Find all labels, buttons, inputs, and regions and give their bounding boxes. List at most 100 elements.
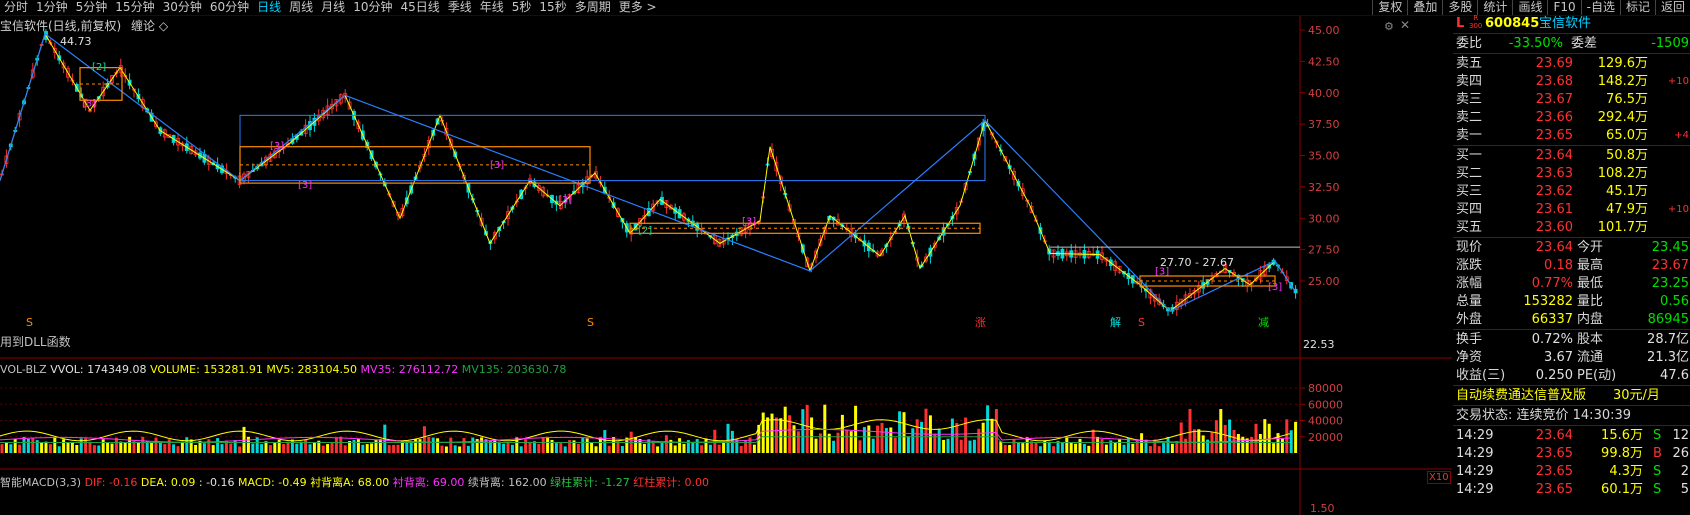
period-toolbar: 分时 1分钟 5分钟 15分钟 30分钟 60分钟 日线 周线 月线 10分钟 45日线 季线 年线 5秒… [0, 0, 1690, 16]
price-tick-0: 45.00 [1308, 24, 1340, 37]
sell-price: 23.69 [1535, 56, 1573, 71]
stat-row-3: 总量 153282 量比 0.56 [1453, 293, 1690, 311]
tick-row-3: 14:29 23.65 60.1万 S 5 [1453, 481, 1690, 499]
stat-value2: 86945 [1647, 312, 1689, 327]
stat2-value2: 21.3亿 [1647, 350, 1689, 365]
high-price-label: 44.73 [60, 35, 92, 48]
period-5[interactable]: 60分钟 [206, 0, 253, 15]
toolbar-btn-8[interactable]: 返回 [1654, 0, 1690, 15]
weicha-value: -1509 [1651, 36, 1689, 51]
tick-price: 23.65 [1535, 464, 1573, 479]
buy-row-2: 买三 23.62 45.1万 [1453, 183, 1690, 201]
tick-price: 23.64 [1535, 428, 1573, 443]
buy-row-0: 买一 23.64 50.8万 [1453, 147, 1690, 165]
period-9[interactable]: 10分钟 [349, 0, 396, 15]
stat2-value2: 28.7亿 [1647, 332, 1689, 347]
mv135-value: MV135: 203630.78 [461, 363, 567, 376]
period-4[interactable]: 30分钟 [159, 0, 206, 15]
stat-row-4: 外盘 66337 内盘 86945 [1453, 311, 1690, 329]
sell-price: 23.66 [1535, 110, 1573, 125]
period-14[interactable]: 15秒 [535, 0, 570, 15]
macd-dif: DIF: -0.16 [84, 476, 138, 489]
period-11[interactable]: 季线 [444, 0, 476, 15]
signal-2: 涨 [975, 316, 986, 329]
period-0[interactable]: 分时 [0, 0, 32, 15]
period-6[interactable]: 日线 [253, 0, 285, 15]
buy-label: 买三 [1456, 184, 1483, 199]
volume-tick-3: 20000 [1308, 431, 1343, 444]
period-2[interactable]: 5分钟 [72, 0, 112, 15]
period-13[interactable]: 5秒 [508, 0, 536, 15]
divider [1453, 145, 1690, 146]
stat-label2: 量比 [1577, 294, 1604, 309]
sell-row-2: 卖三 23.67 76.5万 [1453, 91, 1690, 109]
dll-note: 用到DLL函数 [0, 335, 71, 349]
stat-value2: 23.25 [1651, 276, 1689, 291]
chart-close-icon[interactable]: ✕ [1400, 18, 1410, 32]
volume-unit-badge: X10 [1427, 471, 1451, 484]
toolbar-btn-7[interactable]: 标记 [1619, 0, 1655, 15]
chart-settings-icon[interactable]: ⚙ [1384, 20, 1394, 33]
price-tick-7: 27.50 [1308, 244, 1340, 257]
macd-value: MACD: -0.49 [238, 476, 307, 489]
period-12[interactable]: 年线 [476, 0, 508, 15]
sell-row-0: 卖五 23.69 129.6万 [1453, 55, 1690, 73]
tick-time: 14:29 [1456, 446, 1494, 461]
period-3[interactable]: 15分钟 [111, 0, 158, 15]
quote-badge-bot: 300 [1469, 22, 1483, 30]
toolbar-btn-3[interactable]: 统计 [1477, 0, 1512, 15]
sell-row-1: 卖四 23.68 148.2万 +10 [1453, 73, 1690, 91]
low-price-label: 22.53 [1303, 338, 1335, 351]
tick-count: 26 [1672, 446, 1689, 461]
tick-side: B [1653, 446, 1662, 461]
toolbar-btn-6[interactable]: -自选 [1580, 0, 1620, 15]
tick-count: 2 [1680, 464, 1689, 479]
signal-4: S [1138, 316, 1145, 329]
period-15[interactable]: 多周期 [571, 0, 615, 15]
tick-time: 14:29 [1456, 464, 1494, 479]
stat-row-2: 涨幅 0.77% 最低 23.25 [1453, 275, 1690, 293]
sell-vol: 292.4万 [1597, 110, 1648, 125]
buy-price: 23.63 [1535, 166, 1573, 181]
chart-title-bar: 宝信软件(日线,前复权) 缠论 ◇ [0, 17, 168, 34]
signal-5: 减 [1258, 316, 1269, 329]
zs-marker-1: [3] [82, 99, 96, 110]
toolbar-btn-2[interactable]: 多股 [1442, 0, 1477, 15]
period-16[interactable]: 更多 > [615, 0, 661, 15]
buy-label: 买一 [1456, 148, 1483, 163]
period-7[interactable]: 周线 [285, 0, 317, 15]
toolbar-btn-5[interactable]: F10 [1547, 0, 1580, 15]
zs-marker-6: [2] [638, 225, 652, 236]
promo-price[interactable]: 30元/月 [1613, 387, 1660, 405]
zs-marker-3: [3] [298, 180, 312, 191]
toolbar-btn-1[interactable]: 叠加 [1407, 0, 1442, 15]
zs-marker-5: [3] [558, 195, 572, 206]
weibi-label: 委比 [1456, 36, 1483, 51]
macd-diff: : -0.16 [198, 476, 235, 489]
promo-text[interactable]: 自动续费通达信普及版 [1456, 387, 1586, 405]
stat2-row-2: 收益(三) 0.250 PE(动) 47.6 [1453, 367, 1690, 385]
chart-area[interactable]: 45.00 42.50 40.00 37.50 35.00 32.50 30.00 27.50… [0, 16, 1452, 515]
vvol-value: VVOL: 174349.08 [50, 363, 147, 376]
signal-1: S [587, 316, 594, 329]
sell-vol: 129.6万 [1597, 56, 1648, 71]
toolbar-btn-4[interactable]: 画线 [1512, 0, 1547, 15]
period-10[interactable]: 45日线 [396, 0, 443, 15]
stat2-value: 0.72% [1531, 332, 1573, 347]
chart-title: 宝信软件(日线,前复权) [0, 19, 122, 33]
mv5-value: MV5: 283104.50 [266, 363, 358, 376]
sell-price: 23.68 [1535, 74, 1573, 89]
price-tick-1: 42.50 [1308, 55, 1340, 68]
stat2-label: 换手 [1456, 332, 1483, 347]
period-8[interactable]: 月线 [317, 0, 349, 15]
toolbar-btn-0[interactable]: 复权 [1372, 0, 1407, 15]
buy-vol: 108.2万 [1597, 166, 1648, 181]
stat2-value2: 47.6 [1660, 368, 1689, 383]
zs-marker-4: [3] [490, 160, 504, 171]
macd-div-a: 衬背离A: 68.00 [310, 476, 390, 489]
buy-chg: +10 [1667, 204, 1689, 215]
period-1[interactable]: 1分钟 [32, 0, 72, 15]
price-tick-8: 25.00 [1308, 275, 1340, 288]
sell-label: 卖三 [1456, 92, 1483, 107]
stock-name: 宝信软件 [1539, 16, 1592, 31]
